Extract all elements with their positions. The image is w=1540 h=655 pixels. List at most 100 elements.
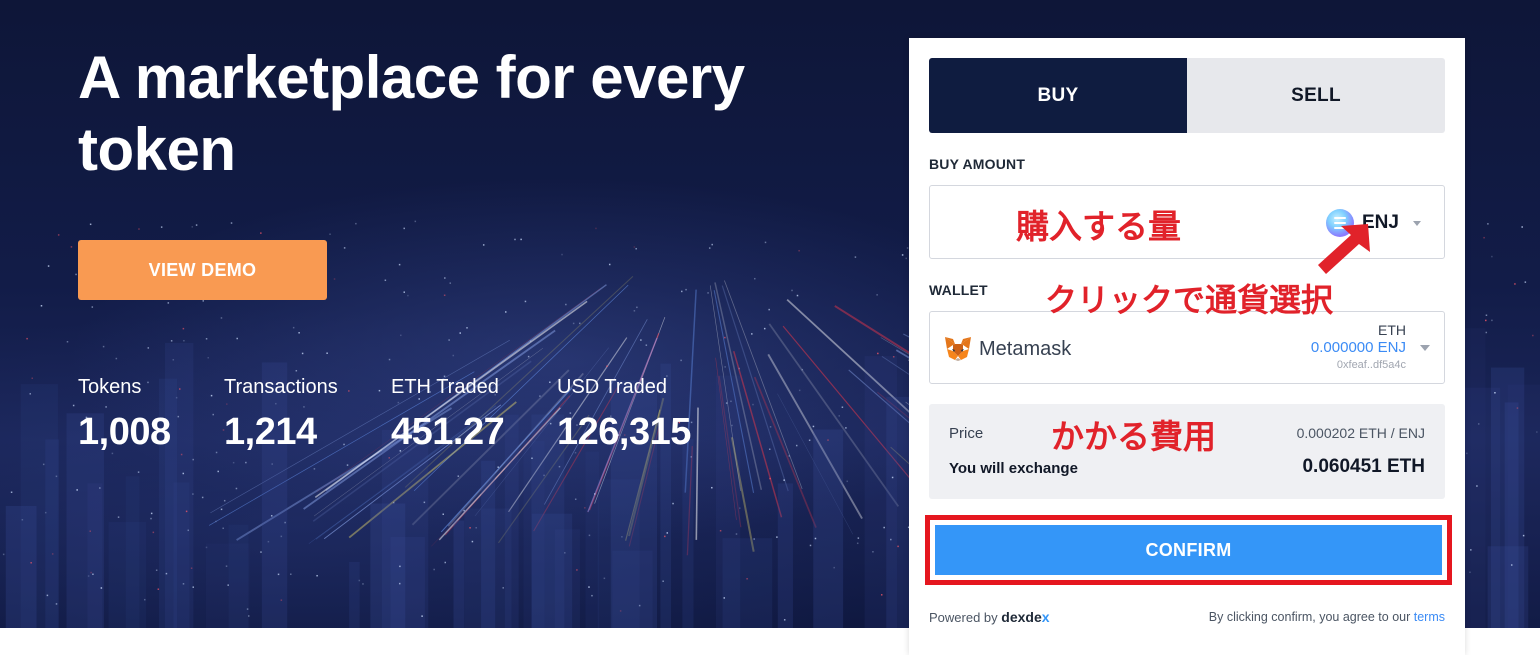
window-light — [42, 463, 45, 466]
wallet-selector[interactable]: Metamask ETH 0.000000 ENJ 0xfeaf..df5a4c — [929, 311, 1445, 384]
wallet-currency: ETH — [1378, 322, 1406, 338]
window-light — [690, 456, 693, 458]
window-light — [29, 393, 32, 395]
tab-sell[interactable]: SELL — [1187, 58, 1445, 133]
window-light — [284, 521, 286, 524]
window-light — [640, 339, 642, 341]
window-light — [854, 256, 857, 258]
window-light — [576, 569, 578, 571]
window-light — [469, 527, 471, 529]
building-silhouette — [585, 451, 600, 628]
window-light — [115, 357, 118, 360]
window-light — [539, 395, 541, 397]
building-silhouette — [45, 439, 59, 628]
wallet-balance: 0.000000 ENJ — [1310, 339, 1406, 356]
brand-x: x — [1041, 609, 1050, 625]
window-light — [1487, 223, 1489, 225]
window-light — [362, 583, 364, 585]
window-light — [398, 263, 401, 266]
window-light — [471, 540, 474, 543]
annotation-select-currency: クリックで通貨選択 — [1045, 281, 1334, 319]
window-light — [731, 424, 733, 427]
window-light — [55, 475, 58, 478]
window-light — [808, 439, 811, 442]
chevron-down-icon — [1420, 345, 1430, 351]
window-light — [443, 294, 446, 297]
window-light — [99, 487, 101, 489]
view-demo-button[interactable]: VIEW DEMO — [78, 240, 327, 300]
window-light — [313, 468, 316, 470]
window-light — [89, 530, 92, 532]
window-light — [177, 415, 180, 418]
window-light — [222, 527, 224, 530]
window-light — [1466, 452, 1468, 455]
stat-label: Transactions — [224, 376, 338, 398]
wallet-label: WALLET — [929, 282, 988, 298]
window-light — [543, 474, 545, 477]
window-light — [584, 507, 586, 509]
window-light — [150, 512, 153, 515]
building-silhouette — [381, 429, 429, 628]
window-light — [2, 553, 5, 556]
window-light — [92, 573, 94, 576]
dexdex-logo: dexdex — [1001, 609, 1049, 625]
confirm-button[interactable]: CONFIRM — [935, 525, 1442, 575]
window-light — [724, 336, 726, 339]
window-light — [220, 317, 223, 319]
window-light — [21, 518, 24, 521]
window-light — [215, 451, 218, 454]
window-light — [150, 517, 152, 520]
window-light — [444, 561, 447, 564]
window-light — [788, 455, 791, 457]
terms-link[interactable]: terms — [1414, 610, 1445, 624]
window-light — [753, 538, 755, 540]
window-light — [645, 344, 648, 346]
window-light — [891, 476, 894, 479]
metamask-fox-icon — [945, 337, 971, 361]
building-silhouette — [813, 429, 844, 628]
window-light — [46, 594, 49, 597]
window-light — [662, 580, 664, 582]
window-light — [514, 238, 516, 241]
window-light — [326, 352, 328, 354]
window-light — [1477, 423, 1480, 425]
window-light — [1469, 571, 1471, 574]
window-light — [452, 354, 455, 357]
window-light — [690, 421, 693, 424]
building-silhouette — [1462, 328, 1486, 628]
window-light — [838, 415, 841, 417]
building-silhouette — [5, 505, 37, 628]
window-light — [572, 322, 575, 325]
tab-buy[interactable]: BUY — [929, 58, 1187, 133]
window-light — [90, 571, 92, 574]
window-light — [769, 477, 771, 480]
buy-amount-label: BUY AMOUNT — [929, 156, 1026, 172]
window-light — [901, 254, 904, 256]
powered-by-text: Powered by — [929, 610, 998, 625]
wallet-address: 0xfeaf..df5a4c — [1336, 359, 1406, 371]
light-streak — [695, 407, 699, 540]
window-light — [905, 257, 908, 260]
window-light — [448, 339, 450, 341]
window-light — [271, 463, 273, 465]
window-light — [1491, 319, 1493, 322]
window-light — [502, 587, 504, 589]
window-light — [399, 565, 401, 568]
window-light — [155, 569, 158, 572]
window-light — [527, 355, 530, 358]
building-silhouette — [504, 414, 519, 628]
window-light — [588, 534, 591, 537]
window-light — [195, 224, 198, 226]
window-light — [877, 352, 879, 355]
window-light — [117, 516, 120, 518]
window-light — [633, 310, 636, 312]
window-light — [343, 443, 345, 446]
window-light — [192, 493, 194, 495]
window-light — [520, 238, 522, 241]
window-light — [292, 326, 295, 329]
window-light — [814, 537, 817, 540]
window-light — [711, 486, 713, 489]
window-light — [1522, 534, 1525, 537]
window-light — [1483, 236, 1485, 239]
window-light — [588, 586, 590, 588]
